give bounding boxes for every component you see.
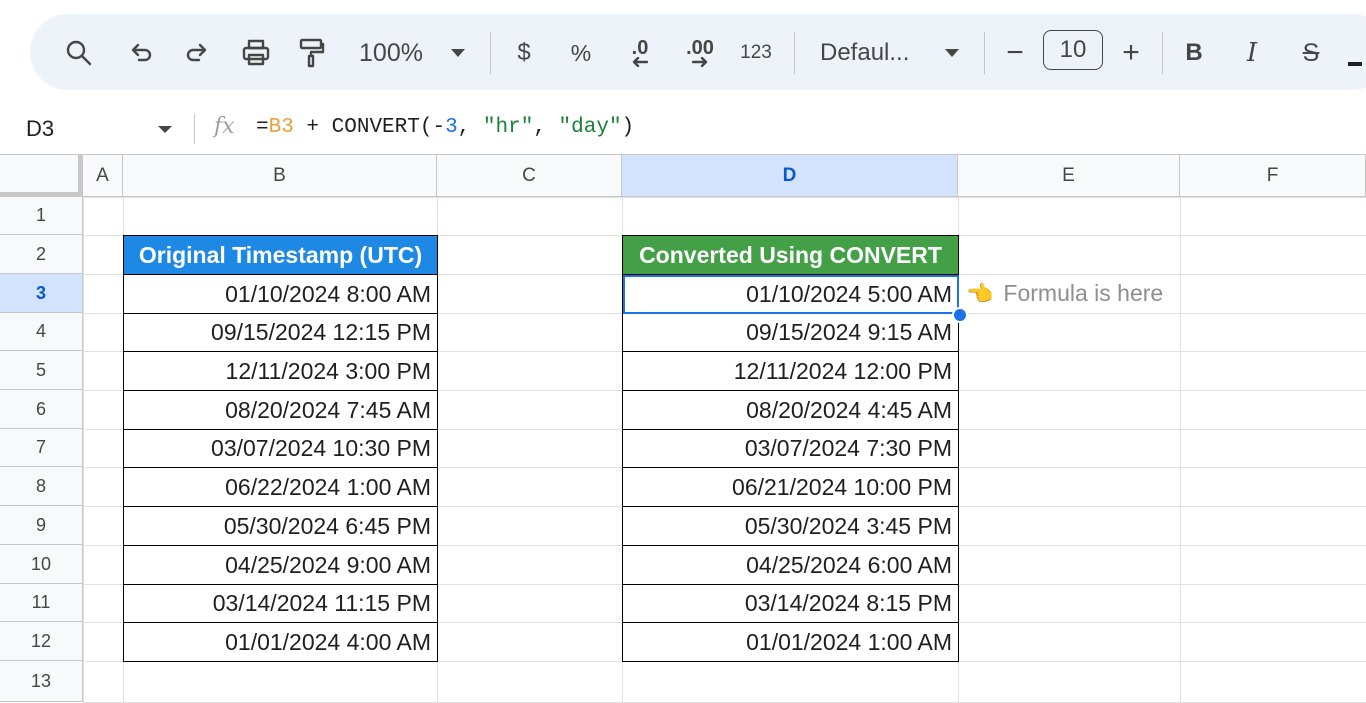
decrease-decimal-icon[interactable]: .0: [620, 36, 660, 70]
row-header-4[interactable]: 4: [0, 313, 83, 351]
cell-converted[interactable]: 08/20/2024 4:45 AM: [622, 390, 959, 430]
row-header-13[interactable]: 13: [0, 661, 83, 702]
row-header-3[interactable]: 3: [0, 274, 83, 313]
row-header-2[interactable]: 2: [0, 235, 83, 274]
sheet-grid: A B C D E F 1 2 3 4 5 6 7 8 9 10 11 12 13 Original Timestam…: [0, 154, 1366, 703]
row-header-5[interactable]: 5: [0, 351, 83, 390]
pointing-hand-icon: 👈: [966, 280, 994, 306]
name-box[interactable]: D3: [26, 116, 54, 142]
cell-original[interactable]: 06/22/2024 1:00 AM: [123, 467, 438, 507]
cell-converted[interactable]: 01/01/2024 1:00 AM: [622, 622, 959, 662]
cell-converted[interactable]: 03/14/2024 8:15 PM: [622, 584, 959, 623]
formula-part: ): [621, 116, 635, 139]
toolbar-divider: [794, 32, 795, 74]
cell-converted[interactable]: 09/15/2024 9:15 AM: [622, 313, 959, 352]
paint-format-icon[interactable]: [294, 36, 328, 70]
formula-input[interactable]: =B3 + CONVERT(-3, "hr", "day"): [256, 116, 634, 139]
decrease-decimal-label: .0: [631, 37, 649, 59]
cell-converted[interactable]: 03/07/2024 7:30 PM: [622, 429, 959, 468]
toolbar-divider: [490, 32, 491, 74]
cell-original[interactable]: 04/25/2024 9:00 AM: [123, 545, 438, 585]
font-size-increase-button[interactable]: +: [1118, 36, 1144, 70]
print-icon[interactable]: [238, 36, 274, 70]
header-original-timestamp[interactable]: Original Timestamp (UTC): [123, 235, 438, 275]
font-size-input[interactable]: 10: [1043, 30, 1103, 70]
increase-decimal-icon[interactable]: .00: [678, 36, 722, 70]
fx-icon: fx: [214, 114, 235, 139]
cell-original[interactable]: 01/01/2024 4:00 AM: [123, 622, 438, 662]
formula-note: 👈 Formula is here: [966, 274, 1163, 313]
increase-decimal-label: .00: [686, 37, 714, 59]
name-box-dropdown-icon[interactable]: [158, 126, 172, 133]
formula-part: + CONVERT(-: [293, 116, 446, 139]
cell-converted[interactable]: 06/21/2024 10:00 PM: [622, 467, 959, 507]
undo-icon[interactable]: [124, 36, 158, 70]
toolbar-divider: [984, 32, 985, 74]
percent-button[interactable]: %: [568, 36, 594, 70]
cell-original[interactable]: 09/15/2024 12:15 PM: [123, 313, 438, 352]
cell-converted[interactable]: 05/30/2024 3:45 PM: [622, 506, 959, 546]
select-all-corner[interactable]: [0, 154, 83, 197]
currency-button[interactable]: $: [512, 36, 536, 70]
formula-bar: D3 fx =B3 + CONVERT(-3, "hr", "day"): [0, 102, 1366, 154]
grid-line-vertical: [83, 197, 84, 702]
formula-part: =: [256, 116, 269, 139]
column-header-b[interactable]: B: [123, 154, 437, 197]
toolbar-divider: [1162, 32, 1163, 74]
cell-converted[interactable]: 12/11/2024 12:00 PM: [622, 351, 959, 391]
cell-original[interactable]: 05/30/2024 6:45 PM: [123, 506, 438, 546]
italic-icon[interactable]: I: [1240, 36, 1264, 70]
column-header-a[interactable]: A: [83, 154, 123, 197]
grid-line-horizontal: [83, 197, 1366, 198]
search-icon[interactable]: [62, 36, 96, 70]
dropdown-icon[interactable]: [448, 36, 468, 70]
formula-string: "day": [558, 116, 622, 139]
column-header-c[interactable]: C: [437, 154, 622, 197]
column-header-d[interactable]: D: [622, 154, 958, 197]
header-converted[interactable]: Converted Using CONVERT: [622, 235, 959, 275]
redo-icon[interactable]: [180, 36, 214, 70]
zoom-select[interactable]: 100%: [356, 36, 426, 70]
formula-part: ,: [457, 116, 483, 139]
cell-original[interactable]: 08/20/2024 7:45 AM: [123, 390, 438, 430]
row-header-11[interactable]: 11: [0, 584, 83, 622]
cell-original[interactable]: 03/14/2024 11:15 PM: [123, 584, 438, 623]
text-color-icon[interactable]: [1348, 36, 1362, 70]
cell-original[interactable]: 03/07/2024 10:30 PM: [123, 429, 438, 468]
cell-converted[interactable]: 01/10/2024 5:00 AM: [622, 274, 959, 314]
row-header-7[interactable]: 7: [0, 429, 83, 467]
formula-string: "hr": [482, 116, 534, 139]
strikethrough-icon[interactable]: S: [1296, 36, 1326, 70]
font-select[interactable]: Defaul...: [820, 36, 920, 70]
number-format-button[interactable]: 123: [736, 36, 776, 70]
row-header-9[interactable]: 9: [0, 506, 83, 545]
formula-part: ,: [533, 116, 559, 139]
column-header-e[interactable]: E: [958, 154, 1180, 197]
row-header-6[interactable]: 6: [0, 390, 83, 429]
font-size-decrease-button[interactable]: −: [1002, 36, 1028, 70]
row-header-10[interactable]: 10: [0, 545, 83, 584]
formula-number: 3: [445, 116, 458, 139]
cell-original[interactable]: 12/11/2024 3:00 PM: [123, 351, 438, 391]
row-header-12[interactable]: 12: [0, 622, 83, 661]
formula-ref: B3: [268, 116, 294, 139]
cell-converted[interactable]: 04/25/2024 6:00 AM: [622, 545, 959, 585]
font-dropdown-icon[interactable]: [942, 36, 962, 70]
row-header-8[interactable]: 8: [0, 467, 83, 506]
cell-original[interactable]: 01/10/2024 8:00 AM: [123, 274, 438, 314]
toolbar: 100% $ % .0 .00 123 Defaul... − 10 + B I…: [30, 14, 1366, 90]
bold-icon[interactable]: B: [1182, 36, 1206, 70]
row-header-1[interactable]: 1: [0, 197, 83, 235]
formula-bar-divider: [194, 114, 195, 144]
column-header-f[interactable]: F: [1180, 154, 1366, 197]
formula-note-text: Formula is here: [1003, 280, 1164, 306]
grid-line-vertical: [1180, 197, 1181, 702]
